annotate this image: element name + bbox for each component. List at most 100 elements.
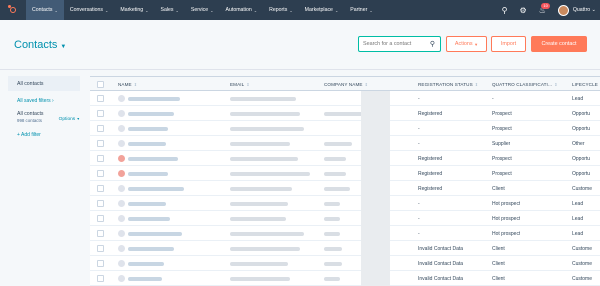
nav-conversations[interactable]: Conversations ⌄ xyxy=(64,0,115,20)
redacted-company xyxy=(324,141,352,146)
row-name[interactable] xyxy=(118,241,174,256)
row-name[interactable] xyxy=(118,121,168,136)
redacted-company xyxy=(324,171,346,176)
row-checkbox[interactable] xyxy=(97,95,104,102)
caret-down-icon: ▼ xyxy=(60,44,67,50)
gear-icon[interactable]: ⚙ xyxy=(520,6,527,15)
nav-sales[interactable]: Sales ⌄ xyxy=(155,0,185,20)
column-quattro-classification[interactable]: QUATTRO CLASSIFICATI... ⇕ xyxy=(492,77,558,92)
contact-avatar xyxy=(118,260,125,267)
search-icon[interactable]: ⚲ xyxy=(430,40,435,48)
row-name[interactable] xyxy=(118,136,166,151)
chevron-down-icon: ⌄ xyxy=(334,7,339,13)
table-row[interactable]: - Hot prospect Lead xyxy=(90,226,600,241)
row-checkbox[interactable] xyxy=(97,140,104,147)
row-checkbox[interactable] xyxy=(97,200,104,207)
row-name[interactable] xyxy=(118,226,182,241)
row-email xyxy=(230,256,288,271)
search-input[interactable] xyxy=(363,41,425,47)
redacted-name xyxy=(128,96,180,101)
row-company xyxy=(324,166,346,181)
column-lifecycle[interactable]: LIFECYCLE xyxy=(572,77,598,92)
row-checkbox[interactable] xyxy=(97,155,104,162)
column-registration-status[interactable]: REGISTRATION STATUS ⇕ xyxy=(418,77,478,92)
row-company xyxy=(324,256,342,271)
row-name[interactable] xyxy=(118,211,170,226)
row-checkbox[interactable] xyxy=(97,245,104,252)
chevron-down-icon: ⌄ xyxy=(289,7,293,13)
row-checkbox[interactable] xyxy=(97,185,104,192)
select-all-checkbox[interactable] xyxy=(97,81,104,88)
table-row[interactable]: Registered Prospect Opportu xyxy=(90,166,600,181)
row-registration-status: - xyxy=(418,215,420,222)
redacted-email xyxy=(230,216,286,221)
page-title[interactable]: Contacts ▼ xyxy=(14,39,66,51)
row-name[interactable] xyxy=(118,256,164,271)
table-row[interactable]: - Supplier Other xyxy=(90,136,600,151)
row-checkbox[interactable] xyxy=(97,230,104,237)
table-row[interactable]: Invalid Contact Data Client Custome xyxy=(90,256,600,271)
row-lifecycle: Custome xyxy=(572,185,593,192)
nav-contacts[interactable]: Contacts ⌄ xyxy=(26,0,64,20)
row-name[interactable] xyxy=(118,151,178,166)
row-lifecycle: Lead xyxy=(572,230,584,237)
table-row[interactable]: Invalid Contact Data Client Custome xyxy=(90,271,600,286)
actions-button[interactable]: Actions ▼ xyxy=(446,36,487,52)
column-name[interactable]: NAME ⇕ xyxy=(118,77,137,92)
row-registration-status: - xyxy=(418,140,420,147)
all-contacts-view[interactable]: All contacts xyxy=(8,76,80,91)
nav-marketing[interactable]: Marketing ⌄ xyxy=(114,0,154,20)
import-button[interactable]: Import xyxy=(491,36,526,52)
row-checkbox[interactable] xyxy=(97,110,104,117)
row-checkbox[interactable] xyxy=(97,260,104,267)
hubspot-logo-icon[interactable] xyxy=(8,5,18,15)
bell-icon[interactable]: ♨ 10 xyxy=(539,2,550,15)
options-link[interactable]: Options ▼ xyxy=(59,117,80,122)
row-company xyxy=(324,136,352,151)
row-checkbox[interactable] xyxy=(97,215,104,222)
row-checkbox[interactable] xyxy=(97,170,104,177)
chevron-down-icon: ⌄ xyxy=(210,7,214,13)
column-company-name[interactable]: COMPANY NAME ⇕ xyxy=(324,77,368,92)
redacted-name xyxy=(128,126,168,131)
nav-right-tools: ⚲ ⚙ ♨ 10 Quattro ⌄ xyxy=(496,0,596,20)
row-classification: Hot prospect xyxy=(492,200,521,207)
row-name[interactable] xyxy=(118,181,184,196)
create-contact-button[interactable]: Create contact xyxy=(531,36,587,52)
table-row[interactable]: Registered Client Custome xyxy=(90,181,600,196)
all-saved-filters-link[interactable]: All saved filters › xyxy=(8,98,80,104)
row-name[interactable] xyxy=(118,166,168,181)
nav-reports[interactable]: Reports ⌄ xyxy=(263,0,299,20)
nav-partner[interactable]: Partner ⌄ xyxy=(344,0,378,20)
row-name[interactable] xyxy=(118,271,162,286)
avatar[interactable] xyxy=(557,4,569,16)
contact-avatar xyxy=(118,140,125,147)
chevron-down-icon: ⌄ xyxy=(175,7,179,13)
contact-avatar xyxy=(118,170,125,177)
chevron-down-icon: ⌄ xyxy=(369,7,373,13)
nav-service[interactable]: Service ⌄ xyxy=(185,0,220,20)
table-row[interactable]: - Hot prospect Lead xyxy=(90,211,600,226)
row-checkbox[interactable] xyxy=(97,125,104,132)
row-checkbox[interactable] xyxy=(97,275,104,282)
table-row[interactable]: Registered Prospect Opportu xyxy=(90,106,600,121)
nav-marketplace[interactable]: Marketplace ⌄ xyxy=(299,0,345,20)
search-icon[interactable]: ⚲ xyxy=(502,6,508,15)
table-row[interactable]: - Prospect Opportu xyxy=(90,121,600,136)
table-row[interactable]: Invalid Contact Data Client Custome xyxy=(90,241,600,256)
column-email[interactable]: EMAIL ⇕ xyxy=(230,77,250,92)
redacted-email xyxy=(230,126,304,131)
table-row[interactable]: Registered Prospect Opportu xyxy=(90,151,600,166)
contact-avatar xyxy=(118,125,125,132)
table-row[interactable]: - - Lead xyxy=(90,91,600,106)
row-name[interactable] xyxy=(118,196,166,211)
nav-automation[interactable]: Automation ⌄ xyxy=(220,0,264,20)
contact-avatar xyxy=(118,215,125,222)
table-header: NAME ⇕ EMAIL ⇕ COMPANY NAME ⇕ REGISTRATION … xyxy=(90,76,600,91)
row-name[interactable] xyxy=(118,106,174,121)
table-row[interactable]: - Hot prospect Lead xyxy=(90,196,600,211)
row-name[interactable] xyxy=(118,91,180,106)
add-filter-link[interactable]: + Add filter xyxy=(8,132,80,138)
row-classification: Prospect xyxy=(492,170,512,177)
account-menu[interactable]: Quattro ⌄ xyxy=(573,7,596,13)
